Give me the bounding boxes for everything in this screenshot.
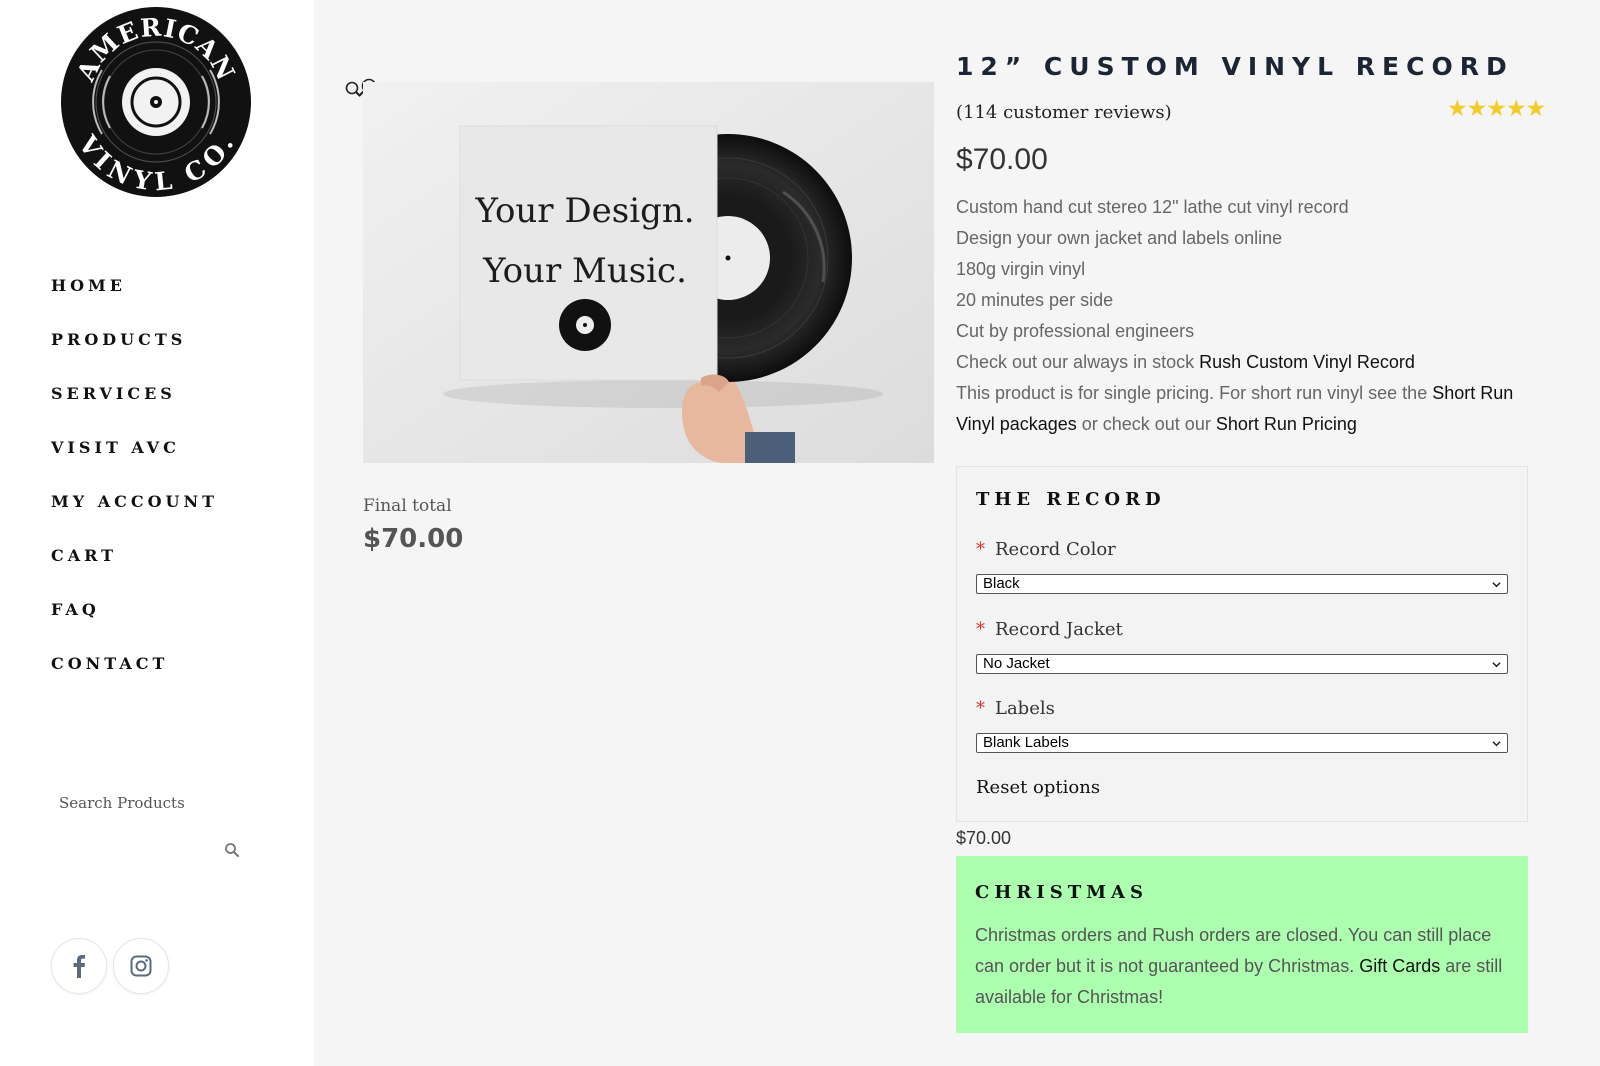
sidebar: AMERICAN VINYL CO. HOME PRODUCTS SERVICE…: [0, 0, 314, 1066]
christmas-notice: CHRISTMAS Christmas orders and Rush orde…: [956, 856, 1528, 1033]
nav-contact[interactable]: CONTACT: [51, 654, 168, 673]
description-text: Check out our always in stock: [956, 352, 1200, 372]
chevron-down-icon: [1492, 741, 1501, 747]
rush-vinyl-link[interactable]: Rush Custom Vinyl Record: [1199, 352, 1415, 372]
reset-options-link[interactable]: Reset options: [976, 777, 1100, 798]
short-run-pricing-link[interactable]: Short Run Pricing: [1216, 414, 1357, 434]
label-text: Record Jacket: [995, 619, 1123, 640]
record-color-label: * Record Color: [976, 539, 1116, 560]
search-icon[interactable]: [224, 842, 240, 858]
star-rating: ★★★★★: [1447, 96, 1546, 122]
product-price: $70.00: [956, 143, 1048, 176]
nav-services[interactable]: SERVICES: [51, 384, 176, 403]
nav-products[interactable]: PRODUCTS: [51, 330, 186, 349]
options-title: THE RECORD: [976, 489, 1166, 510]
description-line: Custom hand cut stereo 12" lathe cut vin…: [956, 197, 1349, 217]
labels-label: * Labels: [976, 698, 1055, 719]
variation-price: $70.00: [956, 828, 1012, 848]
description-line: 20 minutes per side: [956, 290, 1114, 310]
instagram-icon: [130, 955, 152, 977]
product-photo: Your Design. Your Music.: [363, 82, 934, 463]
instagram-button[interactable]: [113, 938, 169, 994]
select-value: Blank Labels: [983, 734, 1069, 751]
description-line: Design your own jacket and labels online: [956, 228, 1283, 248]
description-line: Check out our always in stock Rush Custo…: [956, 347, 1546, 378]
record-options: THE RECORD * Record Color Black * Record J…: [956, 466, 1528, 822]
description-line: 180g virgin vinyl: [956, 259, 1086, 279]
required-marker: *: [976, 619, 985, 640]
image-text-line2: Your Music.: [482, 251, 687, 291]
select-value: Black: [983, 575, 1020, 592]
select-value: No Jacket: [983, 655, 1050, 672]
description-text: or check out our: [1076, 414, 1216, 434]
nav-faq[interactable]: FAQ: [51, 600, 100, 619]
nav-home[interactable]: HOME: [51, 276, 126, 295]
chevron-down-icon: [1492, 582, 1501, 588]
record-jacket-select[interactable]: No Jacket: [976, 654, 1508, 674]
required-marker: *: [976, 539, 985, 560]
chevron-down-icon: [1492, 662, 1501, 668]
main-nav: HOME PRODUCTS SERVICES VISIT AVC MY ACCO…: [51, 276, 218, 708]
facebook-icon: [73, 955, 85, 978]
nav-visit-avc[interactable]: VISIT AVC: [51, 438, 180, 457]
notice-title: CHRISTMAS: [975, 882, 1148, 903]
product-image[interactable]: Your Design. Your Music.: [363, 82, 934, 463]
reviews-link[interactable]: (114 customer reviews): [956, 102, 1172, 123]
nav-my-account[interactable]: MY ACCOUNT: [51, 492, 218, 511]
image-text-line1: Your Design.: [474, 191, 694, 231]
label-text: Record Color: [995, 539, 1116, 560]
final-total-label: Final total: [363, 496, 452, 516]
product-description: Custom hand cut stereo 12" lathe cut vin…: [956, 192, 1546, 440]
brand-logo[interactable]: AMERICAN VINYL CO.: [60, 6, 252, 198]
label-text: Labels: [995, 698, 1055, 719]
required-marker: *: [976, 698, 985, 719]
description-line: This product is for single pricing. For …: [956, 378, 1546, 440]
gift-cards-link[interactable]: Gift Cards: [1359, 956, 1440, 976]
record-jacket-label: * Record Jacket: [976, 619, 1123, 640]
product-title: 12” CUSTOM VINYL RECORD: [956, 52, 1514, 81]
notice-text: Christmas orders and Rush orders are clo…: [975, 920, 1515, 1013]
nav-cart[interactable]: CART: [51, 546, 117, 565]
final-total-value: $70.00: [363, 524, 464, 554]
labels-select[interactable]: Blank Labels: [976, 733, 1508, 753]
search-input[interactable]: Search Products: [59, 794, 185, 812]
record-color-select[interactable]: Black: [976, 574, 1508, 594]
description-text: This product is for single pricing. For …: [956, 383, 1433, 403]
facebook-button[interactable]: [51, 938, 107, 994]
description-line: Cut by professional engineers: [956, 321, 1195, 341]
